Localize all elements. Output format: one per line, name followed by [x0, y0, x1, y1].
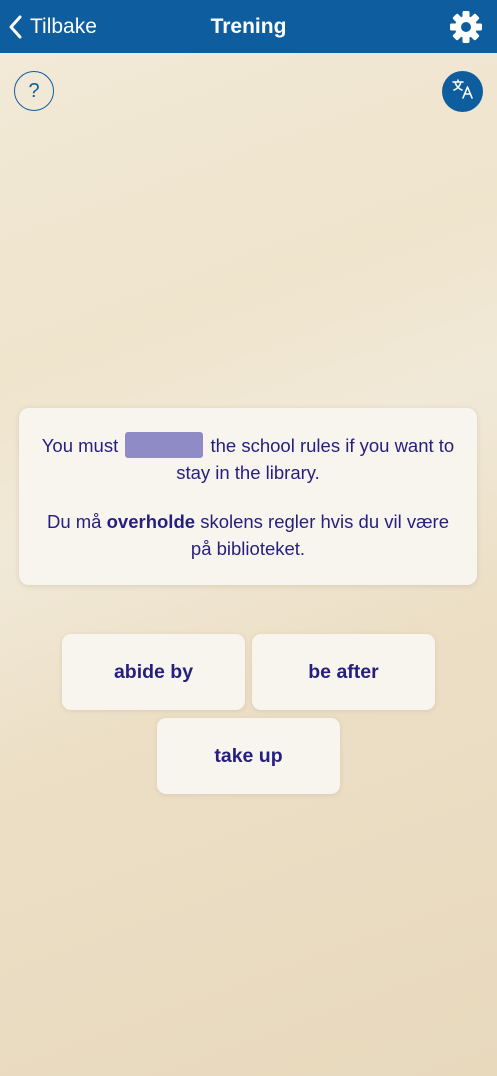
top-bar: Tilbake Trening: [0, 0, 497, 53]
help-button[interactable]: ?: [14, 71, 54, 111]
translation-keyword: overholde: [106, 511, 196, 532]
exercise-card: You must the school rules if you want to…: [19, 408, 477, 585]
norwegian-sentence: Du må overholde skolens regler hvis du v…: [39, 508, 457, 562]
help-icon: ?: [28, 79, 40, 102]
sentence-start: You must: [41, 435, 119, 456]
back-button[interactable]: Tilbake: [8, 6, 97, 48]
sentence-end: the school rules if you want to stay in …: [176, 435, 455, 483]
translation-end: skolens regler hvis du vil være på bibli…: [190, 511, 450, 559]
answer-blank: [125, 432, 204, 458]
english-sentence: You must the school rules if you want to…: [39, 432, 457, 486]
chevron-left-icon: [8, 15, 22, 39]
back-label: Tilbake: [30, 15, 97, 38]
translate-icon: [451, 77, 475, 106]
translate-button[interactable]: [442, 71, 483, 112]
option-abide-by[interactable]: abide by: [62, 634, 245, 710]
translation-start: Du må: [46, 511, 102, 532]
option-be-after[interactable]: be after: [252, 634, 435, 710]
option-take-up[interactable]: take up: [157, 718, 340, 794]
gear-icon[interactable]: [449, 10, 483, 44]
